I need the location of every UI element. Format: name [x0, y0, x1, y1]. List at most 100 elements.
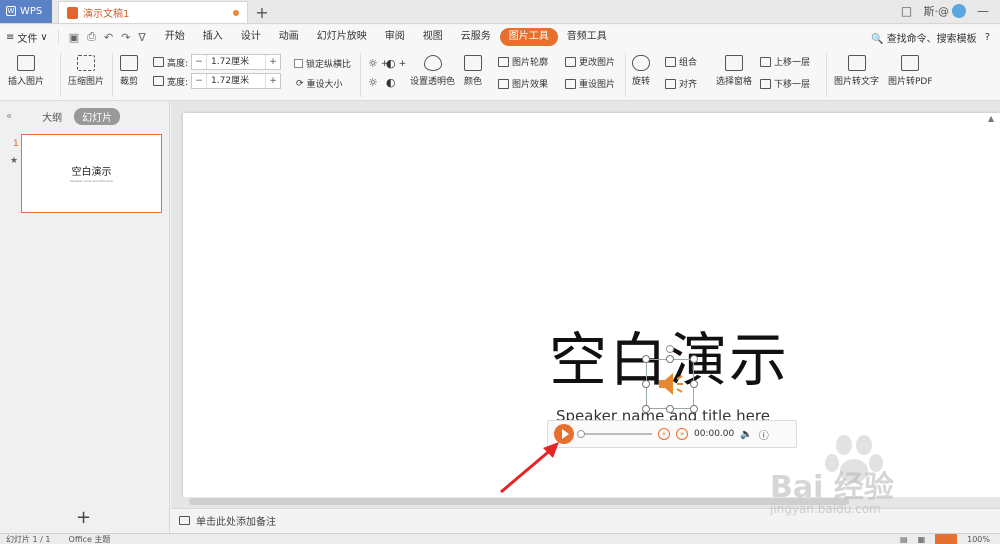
resize-handle[interactable] — [642, 380, 650, 388]
tab-6[interactable]: 视图 — [414, 28, 452, 46]
tab-2[interactable]: 设计 — [232, 28, 270, 46]
presentation-file-icon — [67, 6, 78, 19]
normal-view-icon[interactable]: ▤ — [900, 535, 908, 544]
width-icon — [153, 76, 164, 86]
reset-picture-button[interactable]: 重设图片 — [565, 77, 615, 90]
change-picture-button[interactable]: 更改图片 — [565, 55, 615, 68]
scroll-up-icon[interactable]: ▲ — [988, 114, 994, 123]
rotate-handle[interactable] — [666, 345, 674, 353]
contrast-decrease-button[interactable]: ◐ — [386, 76, 396, 89]
thumbnail-title: 空白演示 — [71, 167, 112, 178]
bring-forward-button[interactable]: 上移一层 — [760, 55, 810, 68]
add-slide-button[interactable]: + — [76, 507, 91, 528]
notes-placeholder[interactable]: 单击此处添加备注 — [196, 513, 276, 528]
slideshow-button[interactable] — [935, 534, 958, 544]
rewind-button[interactable]: « — [658, 428, 670, 440]
picture-to-text-button[interactable]: 图片转文字 — [834, 55, 879, 87]
redo-icon[interactable]: ↷ — [121, 31, 130, 44]
progress-knob[interactable] — [577, 430, 585, 438]
lock-aspect-ratio-checkbox[interactable]: 锁定纵横比 — [294, 57, 351, 70]
tab-slides[interactable]: 幻灯片 — [74, 107, 121, 125]
insert-picture-button[interactable]: 插入图片 — [8, 55, 44, 87]
send-backward-button[interactable]: 下移一层 — [760, 77, 810, 90]
tab-outline[interactable]: 大纲 — [42, 109, 62, 124]
width-value[interactable]: 1.72厘米 — [206, 74, 267, 88]
info-icon[interactable]: ⓘ — [759, 427, 769, 442]
set-transparent-color-button[interactable]: 设置透明色 — [410, 55, 455, 87]
audio-progress-slider[interactable] — [577, 430, 652, 438]
send-backward-label: 下移一层 — [774, 80, 811, 90]
outline-icon — [498, 56, 509, 67]
width-increase-button[interactable]: + — [266, 76, 280, 86]
transparent-color-icon — [423, 55, 442, 71]
zoom-level[interactable]: 100% — [967, 535, 990, 544]
resize-handle[interactable] — [690, 405, 698, 413]
resize-handle[interactable] — [666, 355, 674, 363]
rotate-button[interactable]: 旋转 — [632, 55, 650, 87]
search-commands[interactable]: 🔍 查找命令、搜索模板 — [871, 30, 977, 45]
compress-picture-button[interactable]: 压缩图片 — [68, 55, 104, 87]
file-menu-button[interactable]: ≡ 文件 ∨ — [6, 30, 54, 45]
unsaved-dot-icon[interactable] — [233, 9, 239, 16]
resize-handle[interactable] — [642, 405, 650, 413]
align-label: 对齐 — [679, 80, 698, 90]
lock-ratio-label: 锁定纵横比 — [306, 60, 352, 70]
picture-outline-button[interactable]: 图片轮廓 — [498, 55, 548, 68]
height-value[interactable]: 1.72厘米 — [206, 55, 267, 69]
tab-7[interactable]: 云服务 — [452, 28, 500, 46]
width-stepper[interactable]: − 1.72厘米 + — [191, 73, 282, 89]
height-icon — [153, 57, 164, 67]
save-icon[interactable]: ▣ — [69, 31, 79, 44]
resize-handle[interactable] — [666, 405, 674, 413]
reset-size-icon: ⟳ — [296, 78, 304, 89]
align-button[interactable]: 对齐 — [665, 77, 697, 90]
selection-pane-button[interactable]: 选择窗格 — [716, 55, 752, 87]
window-mode-icon[interactable]: □ — [898, 4, 916, 18]
speaker-icon[interactable] — [657, 371, 685, 397]
tab-9[interactable]: 音频工具 — [558, 28, 616, 46]
horizontal-scroll-thumb[interactable] — [189, 498, 849, 505]
document-tab[interactable]: 演示文稿1 — [58, 1, 248, 23]
tab-1[interactable]: 插入 — [194, 28, 232, 46]
reset-size-label: 重设大小 — [306, 80, 343, 90]
collapse-panel-icon[interactable]: « — [6, 111, 12, 122]
new-tab-button[interactable]: + — [248, 1, 276, 23]
notes-icon — [179, 516, 190, 525]
brightness-decrease-button[interactable]: ☼ — [368, 76, 378, 89]
volume-icon[interactable]: 🔈 — [740, 429, 752, 440]
resize-handle[interactable] — [642, 355, 650, 363]
group-button[interactable]: 组合 — [665, 55, 697, 68]
tab-3[interactable]: 动画 — [270, 28, 308, 46]
height-increase-button[interactable]: + — [266, 57, 280, 67]
resize-handle[interactable] — [690, 355, 698, 363]
quick-access-toolbar: ▣ ⎙ ↶ ↷ ∇ — [57, 30, 156, 44]
slide-canvas[interactable]: 空白演示 Speaker name and title here « » 00:… — [183, 113, 1000, 497]
fast-forward-button[interactable]: » — [676, 428, 688, 440]
user-account[interactable]: 斯·@ — [924, 3, 966, 19]
minimize-button[interactable]: — — [974, 4, 992, 18]
resize-handle[interactable] — [690, 380, 698, 388]
tab-8[interactable]: 图片工具 — [499, 28, 558, 46]
tab-4[interactable]: 幻灯片放映 — [308, 28, 376, 46]
customize-icon[interactable]: ∇ — [138, 31, 145, 44]
wps-home-tab[interactable]: W WPS — [0, 0, 52, 23]
reset-size-button[interactable]: ⟳ 重设大小 — [296, 77, 343, 91]
help-icon[interactable]: ? — [985, 32, 990, 43]
slide-thumbnail[interactable]: 空白演示 Speaker name and title here — [21, 134, 162, 213]
crop-button[interactable]: 裁剪 — [120, 55, 138, 87]
print-icon[interactable]: ⎙ — [87, 30, 96, 44]
width-decrease-button[interactable]: − — [192, 76, 206, 86]
selection-pane-label: 选择窗格 — [716, 77, 753, 87]
tab-5[interactable]: 审阅 — [376, 28, 414, 46]
slide-editing-area: 空白演示 Speaker name and title here « » 00:… — [171, 101, 1000, 508]
contrast-increase-button[interactable]: ◐ + — [386, 57, 406, 70]
height-decrease-button[interactable]: − — [192, 57, 206, 67]
tab-0[interactable]: 开始 — [156, 28, 194, 46]
height-stepper[interactable]: − 1.72厘米 + — [191, 54, 282, 70]
slide-sorter-icon[interactable]: ▦ — [918, 535, 926, 544]
slide-count: 幻灯片 1 / 1 — [6, 534, 51, 544]
picture-to-pdf-button[interactable]: 图片转PDF — [888, 55, 933, 87]
undo-icon[interactable]: ↶ — [104, 31, 113, 44]
picture-effect-button[interactable]: 图片效果 — [498, 77, 548, 90]
color-button[interactable]: 颜色 — [464, 55, 482, 87]
